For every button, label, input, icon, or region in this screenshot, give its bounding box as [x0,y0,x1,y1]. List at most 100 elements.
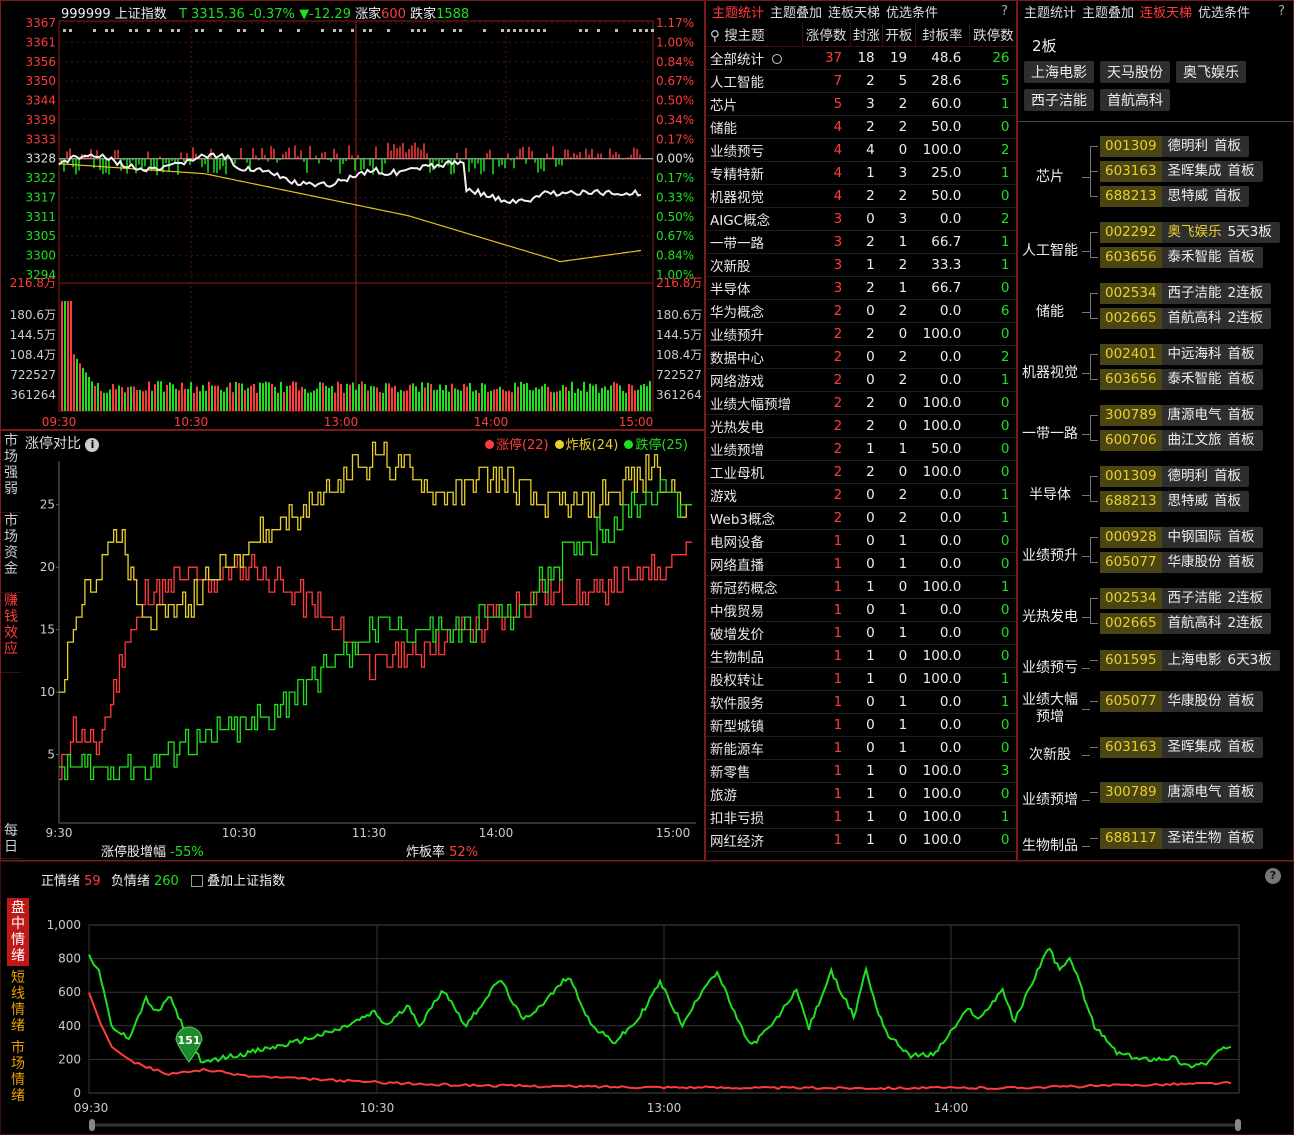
ladder-theme[interactable]: 储能 [1020,282,1080,342]
top-stock-chip[interactable]: 天马股份 [1100,61,1170,83]
table-row[interactable]: 新型城镇 1 0 1 0.0 0 [706,713,1016,737]
table-row[interactable]: 芯片 5 3 2 60.0 1 [706,92,1016,116]
summary-row[interactable]: 全部统计 37 18 19 48.6 26 [706,46,1016,70]
ladder-stock[interactable]: 002292 奥飞娱乐 5天3板 [1100,222,1280,243]
column-header[interactable]: 跌停数 [969,23,1016,47]
table-row[interactable]: 新能源车 1 0 1 0.0 0 [706,736,1016,760]
table-row[interactable]: 华为概念 2 0 2 0.0 6 [706,299,1016,323]
ladder-stock[interactable]: 603656 泰禾智能 首板 [1100,369,1263,390]
ladder-stock[interactable]: 002534 西子洁能 2连板 [1100,283,1272,304]
ladder-stock[interactable]: 605077 华康股份 首板 [1100,691,1263,712]
table-row[interactable]: 新冠药概念 1 1 0 100.0 1 [706,575,1016,599]
table-row[interactable]: 光热发电 2 2 0 100.0 0 [706,414,1016,438]
column-header[interactable]: ⚲ 搜主题 [706,23,803,47]
sentiment-chart[interactable]: 1,000 800 600 400 200 009:30 10:30 13:00 14:00 15… [1,862,1294,1135]
ladder-tab-4[interactable]: ? [1278,4,1285,19]
table-row[interactable]: 业绩预亏 4 4 0 100.0 2 [706,138,1016,162]
table-row[interactable]: 扣非亏损 1 1 0 100.0 1 [706,805,1016,829]
ladder-stock[interactable]: 300789 唐源电气 首板 [1100,782,1263,803]
table-row[interactable]: 生物制品 1 1 0 100.0 0 [706,644,1016,668]
table-row[interactable]: 网络游戏 2 0 2 0.0 1 [706,368,1016,392]
ladder-stock[interactable]: 001309 德明利 首板 [1100,136,1250,157]
ladder-theme[interactable]: 半导体 [1020,465,1080,525]
table-row[interactable]: 人工智能 7 2 5 28.6 5 [706,69,1016,93]
ladder-theme[interactable]: 业绩预亏 [1020,649,1080,687]
ladder-stock[interactable]: 002665 首航高科 2连板 [1100,308,1272,329]
ladder-theme[interactable]: 业绩预增 [1020,781,1080,819]
ladder-theme[interactable]: 生物制品 [1020,827,1080,857]
ladder-stock[interactable]: 688213 思特威 首板 [1100,491,1250,512]
ladder-stock[interactable]: 600706 曲江文旅 首板 [1100,430,1263,451]
table-row[interactable]: 专精特新 4 1 3 25.0 1 [706,161,1016,185]
theme-tab-3[interactable]: 优选条件 [886,2,938,21]
ladder-stock[interactable]: 603656 泰禾智能 首板 [1100,247,1263,268]
table-row[interactable]: 半导体 3 2 1 66.7 0 [706,276,1016,300]
table-row[interactable]: 破增发价 1 0 1 0.0 0 [706,621,1016,645]
ladder-stock[interactable]: 002401 中远海科 首板 [1100,344,1263,365]
ladder-theme[interactable]: 光热发电 [1020,587,1080,647]
table-row[interactable]: 网络直播 1 0 1 0.0 0 [706,552,1016,576]
table-row[interactable]: Web3概念 2 0 2 0.0 1 [706,506,1016,530]
theme-tab-1[interactable]: 主题叠加 [770,2,822,21]
ladder-stock[interactable]: 002665 首航高科 2连板 [1100,613,1272,634]
table-row[interactable]: 软件服务 1 0 1 0.0 1 [706,690,1016,714]
table-row[interactable]: 业绩预增 2 1 1 50.0 0 [706,437,1016,461]
ladder-theme[interactable]: 人工智能 [1020,221,1080,281]
ladder-tab-0[interactable]: 主题统计 [1024,2,1076,21]
ladder-stock[interactable]: 605077 华康股份 首板 [1100,552,1263,573]
ladder-theme[interactable]: 业绩大幅预增 [1020,690,1080,728]
theme-tab-2[interactable]: 连板天梯 [828,2,880,21]
ladder-theme[interactable]: 芯片 [1020,135,1080,219]
search-icon[interactable]: ⚲ [710,28,724,44]
top-stock-chip[interactable]: 西子洁能 [1024,89,1094,111]
table-row[interactable]: 电网设备 1 0 1 0.0 0 [706,529,1016,553]
column-header[interactable]: 封板率 [915,23,970,47]
ladder-stock[interactable]: 002534 西子洁能 2连板 [1100,588,1272,609]
table-row[interactable]: 机器视觉 4 2 2 50.0 0 [706,184,1016,208]
column-header[interactable]: 开板 [882,23,916,47]
table-row[interactable]: 业绩预升 2 2 0 100.0 0 [706,322,1016,346]
table-row[interactable]: 旅游 1 1 0 100.0 0 [706,782,1016,806]
scroll-handle-right[interactable] [1235,1119,1241,1131]
table-row[interactable]: 工业母机 2 2 0 100.0 0 [706,460,1016,484]
table-row[interactable]: 一带一路 3 2 1 66.7 1 [706,230,1016,254]
table-row[interactable]: 业绩大幅预增 2 2 0 100.0 0 [706,391,1016,415]
top-stock-chip[interactable]: 首航高科 [1100,89,1170,111]
table-row[interactable]: 网红经济 1 1 0 100.0 0 [706,828,1016,852]
ladder-stock[interactable]: 688213 思特威 首板 [1100,186,1250,207]
ladder-tab-1[interactable]: 主题叠加 [1082,2,1134,21]
top-stock-chip[interactable]: 上海电影 [1024,61,1094,83]
ladder-stock[interactable]: 603163 圣晖集成 首板 [1100,737,1263,758]
limit-compare-chart[interactable]: 25 20 15 10 5 9:30 10:30 11:30 14:00 15:00 [1,431,705,861]
column-header[interactable]: 涨停数 [802,23,851,47]
ladder-theme[interactable]: 一带一路 [1020,404,1080,464]
table-row[interactable]: 新零售 1 1 0 100.0 3 [706,759,1016,783]
table-row[interactable]: 次新股 3 1 2 33.3 1 [706,253,1016,277]
ladder-tab-3[interactable]: 优选条件 [1198,2,1250,21]
ladder-theme[interactable]: 次新股 [1020,736,1080,774]
column-header[interactable]: 封涨 [850,23,884,47]
theme-tab-4[interactable]: ? [1001,4,1008,19]
x-tick: 15:00 [656,826,691,840]
theme-tab-0[interactable]: 主题统计 [712,2,764,21]
scroll-handle-left[interactable] [89,1119,95,1131]
ladder-stock[interactable]: 688117 圣诺生物 首板 [1100,828,1263,849]
ladder-theme[interactable]: 业绩预升 [1020,526,1080,586]
ladder-stock[interactable]: 603163 圣晖集成 首板 [1100,161,1263,182]
table-row[interactable]: 储能 4 2 2 50.0 0 [706,115,1016,139]
table-row[interactable]: 游戏 2 0 2 0.0 1 [706,483,1016,507]
table-row[interactable]: 中俄贸易 1 0 1 0.0 0 [706,598,1016,622]
ladder-tab-2[interactable]: 连板天梯 [1140,2,1192,21]
ladder-stock[interactable]: 601595 上海电影 6天3板 [1100,650,1280,671]
index-chart[interactable]: 3367 1.17% 3361 1.00% 3356 0.84% 3350 0.67% 3344… [1,1,705,430]
top-stock-chip[interactable]: 奥飞娱乐 [1176,61,1246,83]
price-tick: 3317 [25,190,56,204]
ladder-stock[interactable]: 300789 唐源电气 首板 [1100,405,1263,426]
table-row[interactable]: 股权转让 1 1 0 100.0 1 [706,667,1016,691]
table-row[interactable]: AIGC概念 3 0 3 0.0 2 [706,207,1016,231]
ladder-stock[interactable]: 000928 中钢国际 首板 [1100,527,1263,548]
ladder-stock[interactable]: 001309 德明利 首板 [1100,466,1250,487]
refresh-icon[interactable] [772,53,782,64]
table-row[interactable]: 数据中心 2 0 2 0.0 2 [706,345,1016,369]
ladder-theme[interactable]: 机器视觉 [1020,343,1080,403]
